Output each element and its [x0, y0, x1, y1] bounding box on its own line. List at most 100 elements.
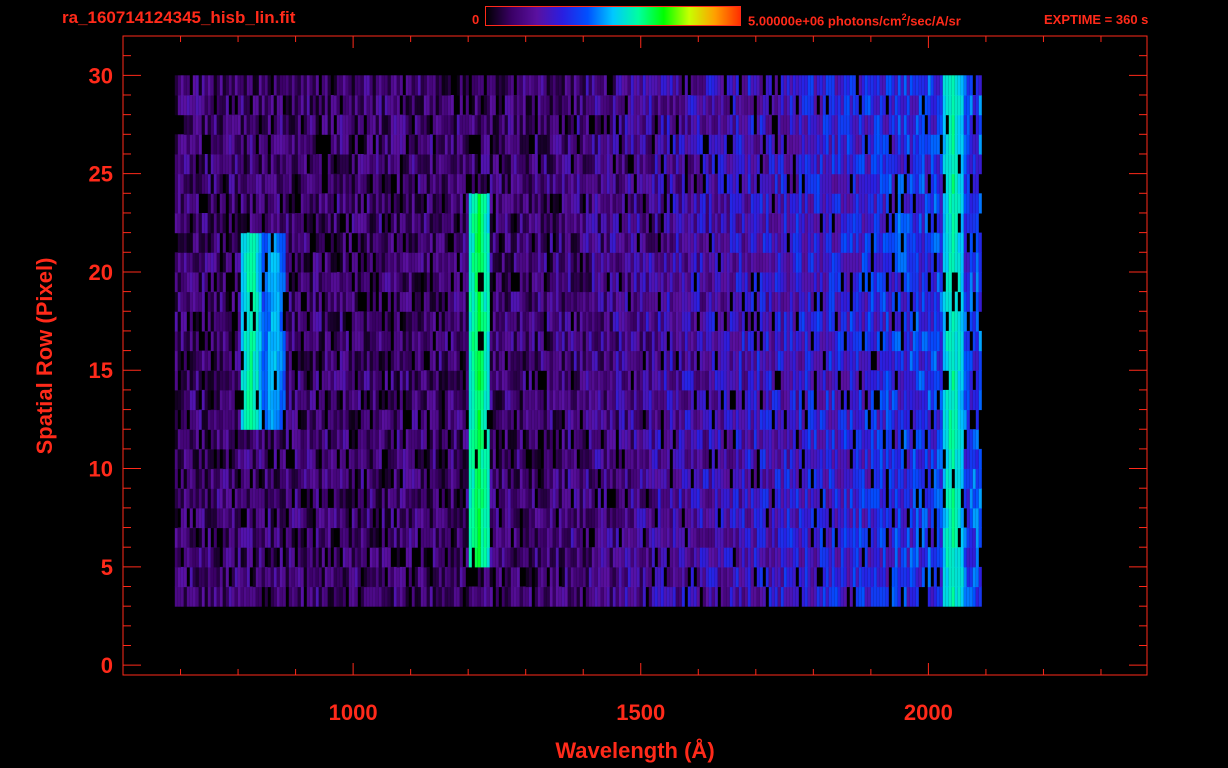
- heat-cell: [612, 252, 616, 273]
- heat-cell: [759, 271, 763, 293]
- heat-cell: [321, 527, 325, 548]
- heat-cell: [762, 350, 766, 371]
- heat-cell: [246, 429, 250, 450]
- heat-cell: [903, 291, 907, 312]
- heat-cell: [939, 291, 943, 312]
- heat-cell: [246, 350, 250, 371]
- heat-cell: [450, 488, 454, 509]
- heat-cell: [402, 370, 406, 391]
- heat-cell: [390, 252, 394, 273]
- heat-cell: [747, 429, 751, 450]
- heat-cell: [591, 193, 595, 214]
- heat-cell: [645, 468, 649, 489]
- heat-cell: [213, 389, 217, 411]
- heat-cell: [219, 193, 223, 214]
- heat-cell: [942, 330, 946, 352]
- heat-cell: [693, 429, 697, 450]
- heat-cell: [372, 370, 376, 391]
- heat-cell: [318, 527, 322, 548]
- heat-cell: [507, 468, 511, 489]
- heat-cell: [606, 291, 610, 312]
- heat-cell: [177, 232, 181, 253]
- heat-cell: [846, 409, 850, 430]
- heat-cell: [873, 547, 877, 568]
- heat-cell: [639, 507, 643, 529]
- heat-cell: [363, 566, 367, 588]
- heat-cell: [966, 252, 970, 273]
- heat-cell: [189, 350, 193, 371]
- heat-cell: [258, 291, 262, 312]
- heat-cell: [672, 291, 676, 312]
- heat-cell: [504, 311, 508, 332]
- heat-cell: [435, 409, 439, 430]
- heat-cell: [885, 547, 889, 568]
- heat-cell: [417, 232, 421, 253]
- heat-cell: [531, 271, 535, 293]
- heat-cell: [756, 232, 760, 253]
- heat-cell: [630, 586, 634, 607]
- heat-cell: [618, 547, 622, 568]
- heat-cell: [792, 350, 796, 371]
- heat-cell: [711, 330, 715, 352]
- heat-cell: [615, 271, 619, 293]
- heat-cell: [486, 330, 490, 352]
- heat-cell: [525, 429, 529, 450]
- heat-cell: [831, 330, 835, 352]
- heat-cell: [681, 350, 685, 371]
- heat-cell: [831, 547, 835, 568]
- heat-cell: [267, 389, 271, 411]
- heat-cell: [402, 252, 406, 273]
- heat-cell: [816, 468, 820, 489]
- heat-cell: [795, 370, 799, 391]
- heat-cell: [807, 547, 811, 568]
- heat-cell: [651, 232, 655, 253]
- heat-cell: [183, 370, 187, 391]
- heat-cell: [438, 527, 442, 548]
- heat-cell: [195, 330, 199, 352]
- heat-cell: [456, 350, 460, 371]
- heat-cell: [297, 213, 301, 234]
- heat-cell: [615, 193, 619, 214]
- heat-cell: [177, 448, 181, 470]
- heat-cell: [234, 488, 238, 509]
- heat-cell: [534, 232, 538, 253]
- heat-cell: [585, 566, 589, 588]
- heat-cell: [873, 232, 877, 253]
- heat-cell: [663, 488, 667, 509]
- heat-cell: [738, 448, 742, 470]
- heat-cell: [822, 232, 826, 253]
- heat-cell: [927, 370, 931, 391]
- heat-cell: [945, 213, 949, 234]
- heat-cell: [729, 488, 733, 509]
- heat-cell: [636, 488, 640, 509]
- heat-cell: [588, 271, 592, 293]
- heat-cell: [420, 389, 424, 411]
- heat-cell: [729, 271, 733, 293]
- heat-cell: [687, 232, 691, 253]
- heat-cell: [405, 586, 409, 607]
- heat-cell: [186, 547, 190, 568]
- heat-cell: [915, 389, 919, 411]
- heat-cell: [195, 566, 199, 588]
- heat-cell: [603, 488, 607, 509]
- heat-cell: [741, 409, 745, 430]
- heat-cell: [501, 193, 505, 214]
- heat-cell: [216, 330, 220, 352]
- heat-cell: [216, 566, 220, 588]
- heat-cell: [633, 468, 637, 489]
- heat-cell: [606, 448, 610, 470]
- heat-cell: [510, 330, 514, 352]
- heat-cell: [597, 252, 601, 273]
- heat-cell: [783, 252, 787, 273]
- heat-cell: [963, 547, 967, 568]
- heat-cell: [705, 448, 709, 470]
- heat-cell: [729, 547, 733, 568]
- heat-cell: [273, 193, 277, 214]
- heat-cell: [522, 213, 526, 234]
- heat-cell: [777, 232, 781, 253]
- heat-cell: [591, 350, 595, 371]
- heat-cell: [366, 488, 370, 509]
- heat-cell: [579, 586, 583, 607]
- heat-cell: [717, 370, 721, 391]
- heat-cell: [321, 507, 325, 529]
